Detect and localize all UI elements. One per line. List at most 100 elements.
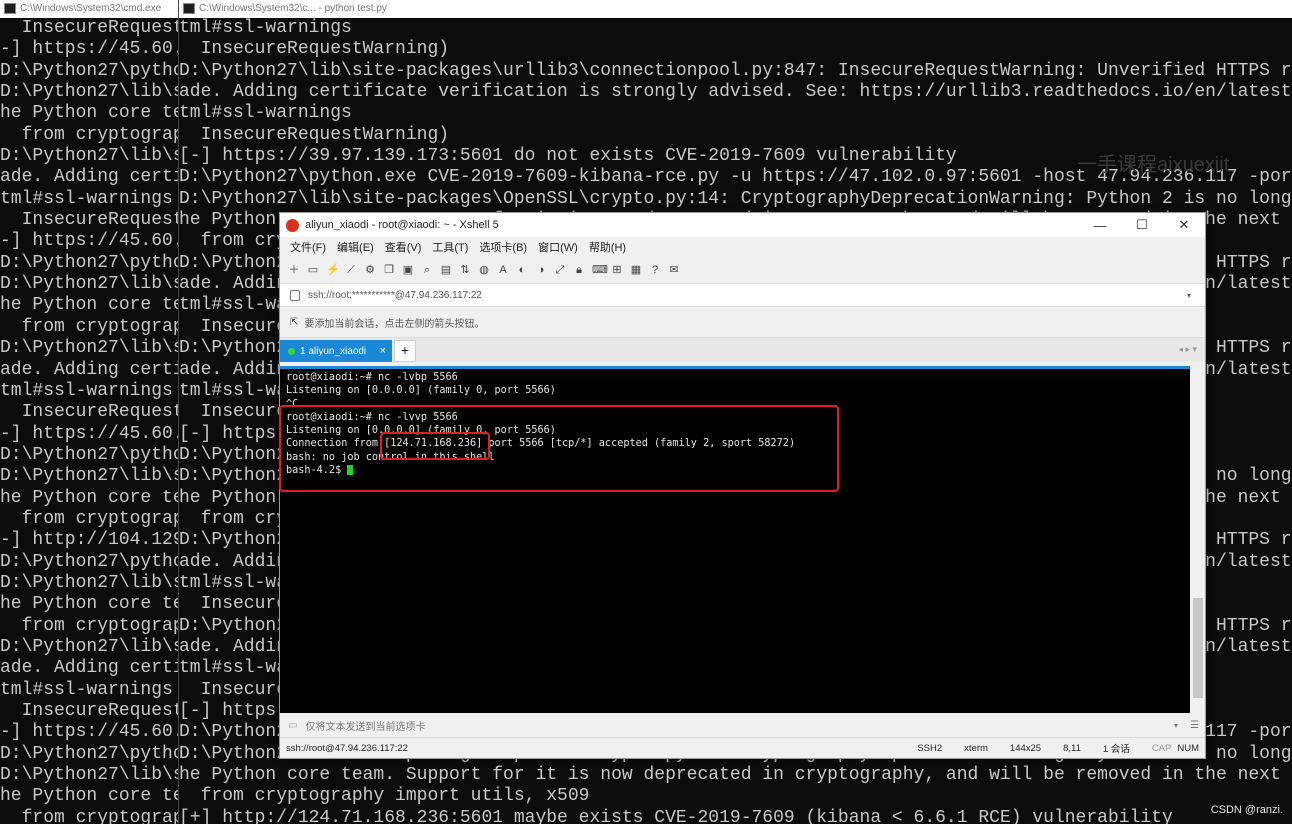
add-tab-icon[interactable]: ⊞ bbox=[611, 264, 623, 276]
new-session-icon[interactable]: ＋ bbox=[288, 264, 300, 276]
menu-view[interactable]: 查看(V) bbox=[385, 239, 422, 255]
terminal-scrollbar[interactable] bbox=[1191, 366, 1205, 712]
tab-close-icon[interactable]: × bbox=[380, 345, 386, 357]
fullscreen-icon[interactable]: ⤢ bbox=[554, 264, 566, 276]
console-line: D:\Python27\lib\s bbox=[0, 466, 178, 487]
highlight-connection-box bbox=[279, 405, 839, 492]
console-line: tml#ssl-warnings bbox=[0, 188, 173, 209]
cmd-right-title: C:\Windows\System32\c... - python test.p… bbox=[199, 3, 387, 14]
cmd-left-titlebar[interactable]: C:\Windows\System32\cmd.exe bbox=[0, 0, 178, 18]
keyboard-icon[interactable]: ⌨ bbox=[592, 264, 608, 276]
console-line: tml#ssl-warnings bbox=[179, 103, 352, 124]
find-icon[interactable]: ⌕ bbox=[421, 264, 433, 276]
console-line: ade. Adding certi bbox=[0, 167, 178, 188]
minimize-button[interactable]: — bbox=[1079, 218, 1121, 233]
paste-icon[interactable]: ▣ bbox=[402, 264, 414, 276]
console-line: -] https://45.60. bbox=[0, 423, 178, 444]
menu-window[interactable]: 窗口(W) bbox=[538, 239, 578, 255]
status-term: xterm bbox=[964, 742, 988, 754]
status-bar: ssh://root@47.94.236.117:22 SSH2 xterm 1… bbox=[280, 737, 1205, 758]
status-num: NUM bbox=[1177, 742, 1199, 754]
disconnect-icon[interactable]: ⟋ bbox=[345, 264, 357, 276]
transfer-icon[interactable]: ⇅ bbox=[459, 264, 471, 276]
close-button[interactable]: ✕ bbox=[1163, 217, 1205, 233]
maximize-button[interactable]: ☐ bbox=[1121, 217, 1163, 233]
console-line: D:\Python27\pytho bbox=[0, 252, 178, 273]
copy-icon[interactable]: ❐ bbox=[383, 264, 395, 276]
cmd-right-titlebar[interactable]: C:\Windows\System32\c... - python test.p… bbox=[179, 0, 1292, 18]
scrollbar-thumb[interactable] bbox=[1193, 598, 1203, 698]
console-line: D:\Python27\lib\s bbox=[0, 338, 178, 359]
console-line: from cryptograp bbox=[21, 807, 178, 824]
xshell-titlebar[interactable]: aliyun_xiaodi - root@xiaodi: ~ - Xshell … bbox=[280, 213, 1205, 237]
console-line: D:\Python27\pytho bbox=[0, 60, 178, 81]
menu-file[interactable]: 文件(F) bbox=[290, 239, 326, 255]
console-line: he Python core tea bbox=[0, 594, 178, 615]
menu-tools[interactable]: 工具(T) bbox=[432, 239, 468, 255]
console-line: D:\Python27\lib\s bbox=[0, 82, 178, 103]
menu-tab[interactable]: 选项卡(B) bbox=[479, 239, 527, 255]
tab-aliyun-xiaodi[interactable]: 1 aliyun_xiaodi × bbox=[280, 340, 392, 362]
cmd-left-title: C:\Windows\System32\cmd.exe bbox=[20, 3, 162, 14]
console-line: D:\Python27\lib\s bbox=[0, 765, 178, 786]
console-line: from cryptograp bbox=[21, 615, 178, 636]
compose-dropdown-icon[interactable]: ▾ bbox=[1174, 721, 1178, 730]
session-hint-bar: ⇱ 要添加当前会话，点击左侧的箭头按钮。 bbox=[280, 307, 1205, 338]
globe-icon[interactable]: ◍ bbox=[478, 264, 490, 276]
address-value: ssh://root:***********@47.94.236.117:22 bbox=[308, 289, 482, 301]
console-line: [+] http://124.71.168.236:5601 maybe exi… bbox=[179, 807, 1173, 824]
lock-icon[interactable]: 🔒︎ bbox=[573, 264, 585, 276]
status-session: ssh://root@47.94.236.117:22 bbox=[286, 742, 408, 754]
arrow-icon[interactable]: ⇱ bbox=[290, 317, 298, 328]
console-line: he Python core team. Support for it is n… bbox=[179, 765, 1292, 786]
console-icon bbox=[183, 2, 195, 14]
font-icon[interactable]: A bbox=[497, 264, 509, 276]
terminal-line: root@xiaodi:~# nc -lvbp 5566 bbox=[286, 372, 458, 383]
console-line: D:\Python27\lib\s bbox=[0, 572, 178, 593]
session-hint-text: 要添加当前会话，点击左侧的箭头按钮。 bbox=[304, 318, 485, 330]
terminal-line: Listening on [0.0.0.0] (family 0, port 5… bbox=[286, 385, 556, 397]
console-line: he Python core tea bbox=[0, 487, 178, 508]
status-protocol: SSH2 bbox=[917, 742, 943, 754]
console-line: ade. Adding certi bbox=[0, 359, 178, 380]
console-line: from cryptography import utils, x509 bbox=[200, 786, 590, 807]
console-line: he Python core tea bbox=[0, 103, 178, 124]
help-icon[interactable]: ? bbox=[649, 264, 661, 276]
menu-help[interactable]: 帮助(H) bbox=[589, 239, 626, 255]
add-tab-button[interactable]: + bbox=[394, 340, 416, 362]
console-line: -] https://45.60. bbox=[0, 39, 178, 60]
console-line: D:\Python27\lib\site-packages\urllib3\co… bbox=[179, 60, 1292, 81]
console-line: from cryptograp bbox=[21, 508, 178, 529]
status-sessions: 1 会话 bbox=[1102, 744, 1130, 755]
properties-icon[interactable]: ⚙ bbox=[364, 264, 376, 276]
console-line: D:\Python27\pytho bbox=[0, 444, 178, 465]
status-pos: 8,11 bbox=[1063, 742, 1081, 754]
console-line: tml#ssl-warnings bbox=[0, 679, 173, 700]
watermark: 一手课程aixuexiit bbox=[1077, 154, 1230, 176]
compose-placeholder: 仅将文本发送到当前选项卡 bbox=[305, 721, 426, 733]
tab-nav-icons[interactable]: ◂ ▸ ▾ bbox=[1178, 344, 1197, 355]
connect-icon[interactable]: ⚡ bbox=[326, 264, 340, 276]
address-dropdown-icon[interactable]: ▾ bbox=[1187, 291, 1191, 300]
address-bar[interactable]: ssh://root:***********@47.94.236.117:22 … bbox=[280, 284, 1205, 307]
console-line: tml#ssl-warnings bbox=[0, 380, 173, 401]
compose-bar[interactable]: ▭ 仅将文本发送到当前选项卡 ▾ ☰ bbox=[280, 713, 1205, 737]
console-line: [-] https://39.97.139.173:5601 do not ex… bbox=[179, 146, 957, 167]
xshell-title: aliyun_xiaodi - root@xiaodi: ~ - Xshell … bbox=[305, 219, 499, 231]
console-line: -] http://104.129 bbox=[0, 530, 178, 551]
console-line: D:\Python27\pytho bbox=[0, 743, 178, 764]
compose-menu-icon[interactable]: ☰ bbox=[1190, 720, 1199, 731]
menu-edit[interactable]: 编辑(E) bbox=[337, 239, 374, 255]
print-icon[interactable]: ▤ bbox=[440, 264, 452, 276]
console-icon bbox=[4, 2, 16, 14]
chat-icon[interactable]: ✉ bbox=[668, 264, 680, 276]
layout-icon[interactable]: ▦ bbox=[630, 264, 642, 276]
cmd-window-left: C:\Windows\System32\cmd.exe InsecureRequ… bbox=[0, 0, 178, 824]
console-line: D:\Python27\lib\s bbox=[0, 146, 178, 167]
xftp-icon[interactable]: ◐ bbox=[516, 264, 528, 276]
console-line: he Python core tea bbox=[0, 295, 178, 316]
script-icon[interactable]: ◑ bbox=[535, 264, 547, 276]
open-folder-icon[interactable]: ▭ bbox=[307, 264, 319, 276]
xshell-logo-icon bbox=[286, 218, 299, 232]
console-line: -] https://45.60. bbox=[0, 722, 178, 743]
